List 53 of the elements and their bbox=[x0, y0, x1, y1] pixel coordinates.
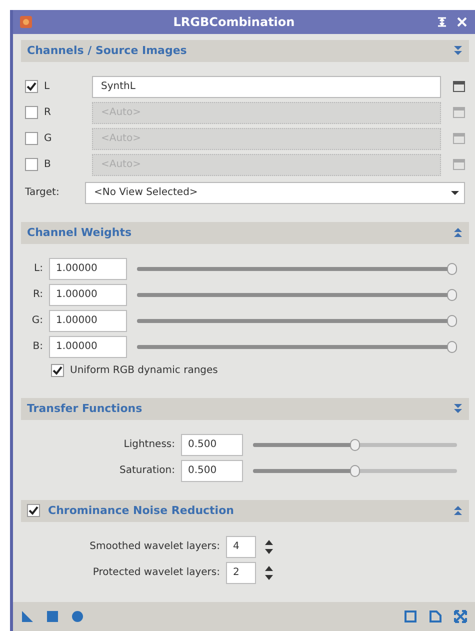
option-label: Uniform RGB dynamic ranges bbox=[70, 365, 218, 376]
weight-label: G: bbox=[30, 315, 43, 326]
weight-field[interactable]: 1.00000 bbox=[49, 258, 127, 280]
weight-field[interactable]: 1.00000 bbox=[49, 310, 127, 332]
document-icon[interactable] bbox=[429, 610, 442, 623]
slider[interactable] bbox=[137, 340, 457, 353]
parameter-field[interactable]: 0.500 bbox=[181, 434, 243, 456]
close-icon[interactable] bbox=[455, 14, 469, 29]
collapse-icon[interactable] bbox=[453, 506, 463, 516]
channel-label: B bbox=[44, 159, 52, 170]
weight-label: R: bbox=[32, 289, 43, 300]
weight-field[interactable]: 1.00000 bbox=[49, 284, 127, 306]
slider[interactable] bbox=[137, 262, 457, 275]
checkbox[interactable] bbox=[51, 364, 64, 378]
weight-label: B: bbox=[32, 341, 43, 352]
parameter-label: Smoothed wavelet layers: bbox=[88, 541, 220, 552]
parameter-label: Lightness: bbox=[122, 439, 175, 450]
checkbox[interactable] bbox=[25, 80, 38, 94]
image-field[interactable]: SynthL bbox=[92, 76, 441, 98]
parameter-label: Saturation: bbox=[118, 465, 175, 476]
section-title: Channels / Source Images bbox=[27, 44, 188, 58]
channel-label: R bbox=[44, 107, 52, 118]
window-title: LRGBCombination bbox=[172, 14, 296, 29]
channel-label: L bbox=[44, 81, 51, 92]
expand-icon[interactable] bbox=[453, 46, 463, 56]
resize-icon[interactable] bbox=[454, 610, 467, 623]
slider[interactable] bbox=[137, 314, 457, 327]
checkbox[interactable] bbox=[27, 504, 40, 518]
weight-label: L: bbox=[33, 263, 43, 274]
square-icon[interactable] bbox=[46, 610, 59, 623]
spin-field[interactable]: 4 bbox=[226, 536, 256, 558]
weight-field[interactable]: 1.00000 bbox=[49, 336, 127, 358]
slider[interactable] bbox=[253, 438, 457, 451]
view-list-icon[interactable] bbox=[453, 81, 465, 92]
circle-icon[interactable] bbox=[71, 610, 84, 623]
spin-field[interactable]: 2 bbox=[226, 562, 256, 584]
collapse-icon[interactable] bbox=[453, 228, 463, 238]
section-title: Channel Weights bbox=[27, 226, 133, 240]
parameter-field[interactable]: 0.500 bbox=[181, 460, 243, 482]
section-title: Chrominance Noise Reduction bbox=[48, 504, 235, 518]
parameter-label: Protected wavelet layers: bbox=[92, 567, 220, 578]
channel-label: G bbox=[44, 133, 53, 144]
section-title: Transfer Functions bbox=[27, 402, 144, 416]
dropdown-arrow-icon bbox=[451, 190, 459, 195]
shade-icon[interactable] bbox=[435, 14, 449, 29]
slider[interactable] bbox=[253, 464, 457, 477]
slider[interactable] bbox=[137, 288, 457, 301]
app-icon bbox=[19, 14, 33, 29]
target-dropdown[interactable]: <No View Selected> bbox=[85, 182, 465, 204]
target-label: Target: bbox=[25, 187, 60, 198]
square-outline-icon[interactable] bbox=[404, 610, 417, 623]
triangle-icon[interactable] bbox=[21, 610, 34, 623]
expand-icon[interactable] bbox=[453, 404, 463, 414]
